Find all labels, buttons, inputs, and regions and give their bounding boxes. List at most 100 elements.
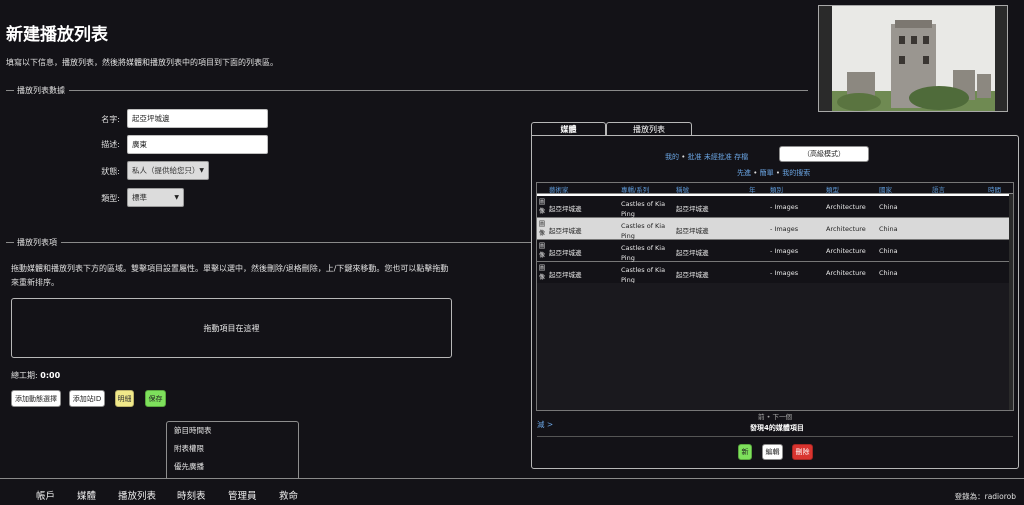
row-type: 圖像 (539, 199, 546, 215)
row-country: China (879, 203, 898, 211)
total-duration: 總工期: 0:00 (11, 370, 60, 381)
row-artist: 起亞坪城邊 (549, 249, 582, 257)
status-label: 狀態: (101, 167, 120, 176)
column-country[interactable]: 國家 (879, 184, 892, 194)
playlist-drop-zone[interactable]: 拖動項目在這裡 (11, 298, 452, 358)
row-type: 圖像 (539, 265, 546, 281)
row-genre: Architecture (826, 225, 866, 233)
playlist-data-legend-label: 播放列表數據 (17, 86, 65, 95)
search-advanced[interactable]: 先進 (737, 169, 751, 177)
pager: 前 • 下一個 (758, 413, 793, 421)
column-genre[interactable]: 類型 (826, 184, 839, 194)
row-artist: 起亞坪城邊 (549, 205, 582, 213)
page-intro: 填寫以下信息，播放列表，然後將媒體和播放列表中的項目到下面的列表區。 (6, 58, 278, 67)
type-select[interactable]: 標準 ▼ (127, 188, 184, 207)
menu-item-permissions[interactable]: 附表權限 (167, 440, 298, 458)
row-title: 起亞坪城邊 (676, 271, 709, 279)
row-country: China (879, 247, 898, 255)
column-album[interactable]: 專輯/系列 (621, 184, 649, 194)
row-category: - Images (770, 269, 799, 277)
add-dynamic-button[interactable]: 添加動態選擇 (11, 390, 61, 407)
nav-playlists[interactable]: 播放列表 (118, 488, 156, 502)
panel-divider (537, 436, 1013, 437)
row-album: Castles of Kia Ping (621, 222, 666, 240)
search-mine[interactable]: 我的搜索 (782, 169, 810, 177)
description-label: 描述: (101, 140, 120, 149)
table-row[interactable]: 圖像 起亞坪城邊 Castles of Kia Ping 起亞坪城邊 - Ima… (537, 262, 1013, 284)
bottom-nav: 帳戶 媒體 播放列表 時刻表 管理員 救命 登錄為：radiorob (0, 478, 1024, 505)
row-category: - Images (770, 203, 799, 211)
column-artist[interactable]: 藝術家 (549, 184, 569, 194)
details-dropdown-menu: 節目時間表 附表權限 優先廣播 (166, 421, 299, 478)
login-status: 登錄為：radiorob (954, 492, 1016, 501)
type-select-value: 標準 (132, 193, 147, 202)
column-language[interactable]: 語言 (932, 184, 945, 194)
nav-account[interactable]: 帳戶 (36, 488, 55, 502)
delete-media-button[interactable]: 刪除 (792, 444, 813, 460)
row-type: 圖像 (539, 243, 546, 259)
search-simple[interactable]: 簡單 (760, 169, 774, 177)
row-artist: 起亞坪城邊 (549, 271, 582, 279)
filter-mine[interactable]: 我的 (665, 153, 679, 161)
column-title[interactable]: 稱號 (676, 184, 689, 194)
total-duration-value: 0:00 (40, 371, 61, 380)
add-station-id-button[interactable]: 添加站ID (69, 390, 105, 407)
row-type: 圖像 (539, 221, 546, 237)
playlist-items-legend: 播放列表項 (6, 237, 532, 248)
row-title: 起亞坪城邊 (676, 227, 709, 235)
name-input[interactable] (127, 109, 268, 128)
search-mode-links: 先進 • 簡單 • 我的搜索 (737, 169, 811, 177)
row-genre: Architecture (826, 269, 866, 277)
row-category: - Images (770, 247, 799, 255)
row-title: 起亞坪城邊 (676, 249, 709, 257)
details-button[interactable]: 明細 (115, 390, 134, 407)
menu-item-priority[interactable]: 優先廣播 (167, 458, 298, 476)
type-label: 類型: (101, 194, 120, 203)
row-album: Castles of Kia Ping (621, 200, 666, 218)
tab-playlists[interactable]: 播放列表 (606, 122, 692, 136)
row-album: Castles of Kia Ping (621, 244, 666, 262)
media-preview-image (818, 5, 1008, 112)
edit-media-button[interactable]: 編輯 (762, 444, 783, 460)
pager-prev[interactable]: 前 (758, 413, 765, 421)
column-category[interactable]: 類別 (770, 184, 783, 194)
advanced-mode-button[interactable]: （高級模式） (779, 146, 869, 162)
column-year[interactable]: 年 (749, 184, 756, 194)
page-title: 新建播放列表 (6, 25, 108, 45)
name-label: 名字: (101, 115, 120, 124)
chevron-down-icon: ▼ (174, 194, 179, 201)
nav-media[interactable]: 媒體 (77, 488, 96, 502)
table-row[interactable]: 圖像 起亞坪城邊 Castles of Kia Ping 起亞坪城邊 - Ima… (537, 218, 1013, 240)
nav-help[interactable]: 救命 (279, 488, 298, 502)
row-artist: 起亞坪城邊 (549, 227, 582, 235)
table-row[interactable]: 圖像 起亞坪城邊 Castles of Kia Ping 起亞坪城邊 - Ima… (537, 240, 1013, 262)
save-button[interactable]: 保存 (145, 390, 166, 407)
menu-item-schedule[interactable]: 節目時間表 (167, 422, 298, 440)
row-title: 起亞坪城邊 (676, 205, 709, 213)
results-empty-area (537, 283, 1013, 410)
new-media-button[interactable]: 新 (738, 444, 752, 460)
status-select-value: 私人（提供給您只） (132, 166, 200, 175)
filter-unapproved[interactable]: 未經批准 (704, 153, 732, 161)
nav-schedule[interactable]: 時刻表 (177, 488, 206, 502)
playlist-data-legend: 播放列表數據 (6, 85, 808, 96)
row-genre: Architecture (826, 203, 866, 211)
row-album: Castles of Kia Ping (621, 266, 666, 284)
row-category: - Images (770, 225, 799, 233)
results-scrollbar[interactable] (1009, 194, 1013, 410)
column-duration[interactable]: 時間 (988, 184, 1001, 194)
media-results-table: 藝術家 專輯/系列 稱號 年 類別 類型 國家 語言 時間 圖像 起亞坪城邊 C… (536, 182, 1014, 411)
drop-zone-label: 拖動項目在這裡 (203, 323, 260, 333)
tab-media[interactable]: 媒體 (531, 122, 606, 136)
description-input[interactable] (127, 135, 268, 154)
row-country: China (879, 225, 898, 233)
media-filter-links: 我的 • 批准 未經批准 存檔 (665, 153, 749, 161)
nav-admin[interactable]: 管理員 (228, 488, 257, 502)
table-row[interactable]: 圖像 起亞坪城邊 Castles of Kia Ping 起亞坪城邊 - Ima… (537, 196, 1013, 218)
collapse-link[interactable]: 減 > (537, 419, 553, 430)
total-duration-label: 總工期: (11, 371, 38, 380)
pager-next[interactable]: 下一個 (773, 413, 793, 421)
filter-approved[interactable]: 批准 (688, 153, 702, 161)
filter-archive[interactable]: 存檔 (734, 153, 748, 161)
status-select[interactable]: 私人（提供給您只） ▼ (127, 161, 209, 180)
